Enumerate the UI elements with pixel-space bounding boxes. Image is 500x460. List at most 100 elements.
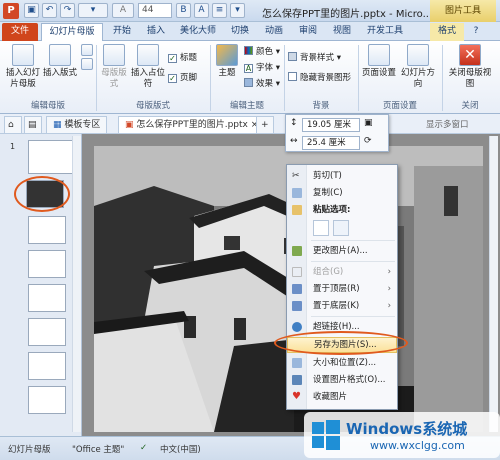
close-master-view-button[interactable]: ✕ 关闭母版视图 xyxy=(446,44,494,90)
tab-transitions[interactable]: 切换 xyxy=(224,23,256,41)
themes-button[interactable]: 主题 xyxy=(213,44,241,79)
template-icon: ▦ xyxy=(53,120,65,130)
insert-slide-master-button[interactable]: 插入幻灯片母版 xyxy=(4,44,42,90)
master-slide-thumbnail[interactable] xyxy=(28,140,74,174)
tab-animations[interactable]: 动画 xyxy=(258,23,290,41)
slide-thumbnail[interactable] xyxy=(28,216,66,244)
font-name-icon[interactable]: A xyxy=(112,3,134,18)
menu-item-copy[interactable]: 复制(C) xyxy=(287,185,397,201)
slide-thumbnail[interactable] xyxy=(28,318,66,346)
menu-item-size-position[interactable]: 大小和位置(Z)... xyxy=(287,355,397,371)
save-icon[interactable]: ▣ xyxy=(24,3,39,18)
group-close-label: 关闭 xyxy=(461,101,479,111)
hide-bg-graphics-checkbox[interactable]: 隐藏背景图形 xyxy=(288,71,351,83)
background-styles-button[interactable]: 背景样式 ▾ xyxy=(288,51,341,63)
doc-tab-current-file[interactable]: ▣ 怎么保存PPT里的图片.pptx × xyxy=(118,116,266,133)
doc-tab-label: 模板专区 xyxy=(64,120,101,130)
menu-item-bring-to-front[interactable]: 置于顶层(R) › xyxy=(287,281,397,297)
tab-home[interactable]: 开始 xyxy=(106,23,138,41)
width-input[interactable]: 25.4 厘米 xyxy=(302,136,360,150)
rename-icon xyxy=(81,58,93,70)
tab-developer[interactable]: 开发工具 xyxy=(360,23,410,41)
title-checkbox[interactable]: ✓ 标题 xyxy=(168,51,197,63)
slide-orientation-button[interactable]: 幻灯片方向 xyxy=(398,44,438,90)
rotate-icon[interactable]: ⟳ xyxy=(364,136,372,146)
slide-thumbnail[interactable] xyxy=(28,250,66,278)
highlight-oval xyxy=(14,176,70,212)
format-picture-icon xyxy=(292,375,302,385)
tab-insert[interactable]: 插入 xyxy=(140,23,172,41)
customize-qat-icon[interactable]: ▾ xyxy=(230,3,245,18)
close-icon: ✕ xyxy=(459,44,481,66)
tab-view[interactable]: 视图 xyxy=(326,23,358,41)
master-layout-button[interactable]: 母版版式 xyxy=(99,44,129,90)
tab-beautify[interactable]: 美化大师 xyxy=(174,23,222,41)
status-language-label[interactable]: 中文(中国) xyxy=(160,443,201,455)
check-icon: ✓ xyxy=(168,74,177,83)
menu-item-cut[interactable]: ✂ 剪切(T) xyxy=(287,168,397,184)
menu-item-group[interactable]: 组合(G) › xyxy=(287,264,397,280)
colors-button[interactable]: 颜色 ▾ xyxy=(244,45,280,57)
fonts-button[interactable]: A 字体 ▾ xyxy=(244,61,280,73)
menu-item-format-picture[interactable]: 设置图片格式(O)... xyxy=(287,372,397,388)
delete-icon xyxy=(81,44,93,56)
scissors-icon: ✂ xyxy=(292,171,300,181)
crop-icon[interactable]: ▣ xyxy=(364,118,373,128)
group-edit-theme-label: 编辑主题 xyxy=(229,101,264,111)
tab-format[interactable]: 格式 xyxy=(430,23,464,41)
new-tab-button[interactable]: + xyxy=(256,116,274,133)
fonts-label: 字体 xyxy=(256,63,274,73)
menu-item-label: 组合(G) xyxy=(313,267,344,277)
insert-placeholder-button[interactable]: 插入占位符 xyxy=(131,44,165,90)
effects-label: 效果 xyxy=(256,79,274,89)
folder-icon[interactable]: ▤ xyxy=(24,116,42,133)
menu-item-label: 粘贴选项: xyxy=(313,205,351,215)
group-separator xyxy=(284,45,285,111)
help-icon[interactable]: ? xyxy=(470,23,482,41)
tab-file[interactable]: 文件 xyxy=(2,23,38,41)
window-title: 怎么保存PPT里的图片.pptx - Micro... xyxy=(262,9,433,20)
status-view-label: 幻灯片母版 xyxy=(8,445,51,455)
menu-item-send-to-back[interactable]: 置于底层(K) › xyxy=(287,298,397,314)
align-icon[interactable]: ≡ xyxy=(212,3,227,18)
font-color-icon[interactable]: A xyxy=(194,3,209,18)
spellcheck-icon[interactable]: ✓ xyxy=(140,443,147,453)
effects-button[interactable]: 效果 ▾ xyxy=(244,77,280,89)
submenu-arrow-icon: › xyxy=(387,284,391,294)
powerpoint-logo-icon[interactable]: P xyxy=(3,3,19,19)
home-icon[interactable]: ⌂ xyxy=(4,116,22,133)
slide-thumbnail[interactable] xyxy=(28,352,66,380)
insert-placeholder-label: 插入占位符 xyxy=(131,68,166,89)
footer-checkbox[interactable]: ✓ 页脚 xyxy=(168,71,197,83)
themes-icon xyxy=(216,44,238,66)
paste-keep-format-icon[interactable] xyxy=(313,220,329,236)
font-size-input[interactable]: 44 xyxy=(138,3,172,18)
insert-layout-icon xyxy=(49,44,71,66)
check-icon: ✓ xyxy=(168,54,177,63)
undo-icon[interactable]: ↶ xyxy=(42,3,57,18)
menu-item-favorite-picture[interactable]: ♥ 收藏图片 xyxy=(287,389,397,405)
group-master-layout-label: 母版版式 xyxy=(135,101,170,111)
page-setup-button[interactable]: 页面设置 xyxy=(362,44,396,79)
paste-picture-icon[interactable] xyxy=(333,220,349,236)
insert-layout-button[interactable]: 插入版式 xyxy=(43,44,77,79)
checkbox-icon xyxy=(288,72,297,81)
slide-thumbnail-panel: 1 xyxy=(0,134,82,436)
doc-tab-template-zone[interactable]: ▦ 模板专区 xyxy=(46,116,108,133)
redo-icon[interactable]: ↷ xyxy=(60,3,75,18)
quick-access-dropdown[interactable]: ▾ xyxy=(78,3,108,18)
tab-review[interactable]: 审阅 xyxy=(292,23,324,41)
slide-thumbnail[interactable] xyxy=(28,284,66,312)
slide-thumbnail[interactable] xyxy=(28,386,66,414)
height-input[interactable]: 19.05 厘米 xyxy=(302,118,360,132)
bold-icon[interactable]: B xyxy=(176,3,191,18)
ribbon: 插入幻灯片母版 插入版式 编辑母版 母版版式 插入占位符 ✓ 标题 ✓ 页脚 母版版… xyxy=(0,41,500,114)
menu-item-label: 剪切(T) xyxy=(313,171,342,181)
delete-rename-buttons[interactable] xyxy=(80,44,94,72)
menu-item-paste-options: 粘贴选项: xyxy=(287,202,397,218)
menu-item-change-picture[interactable]: 更改图片(A)... xyxy=(287,243,397,259)
thumbnail-scrollbar[interactable] xyxy=(72,136,81,432)
canvas-scrollbar[interactable] xyxy=(489,136,498,432)
show-multi-window-button[interactable]: 显示多窗口 xyxy=(426,118,469,130)
tab-slide-master[interactable]: 幻灯片母版 xyxy=(41,23,103,41)
